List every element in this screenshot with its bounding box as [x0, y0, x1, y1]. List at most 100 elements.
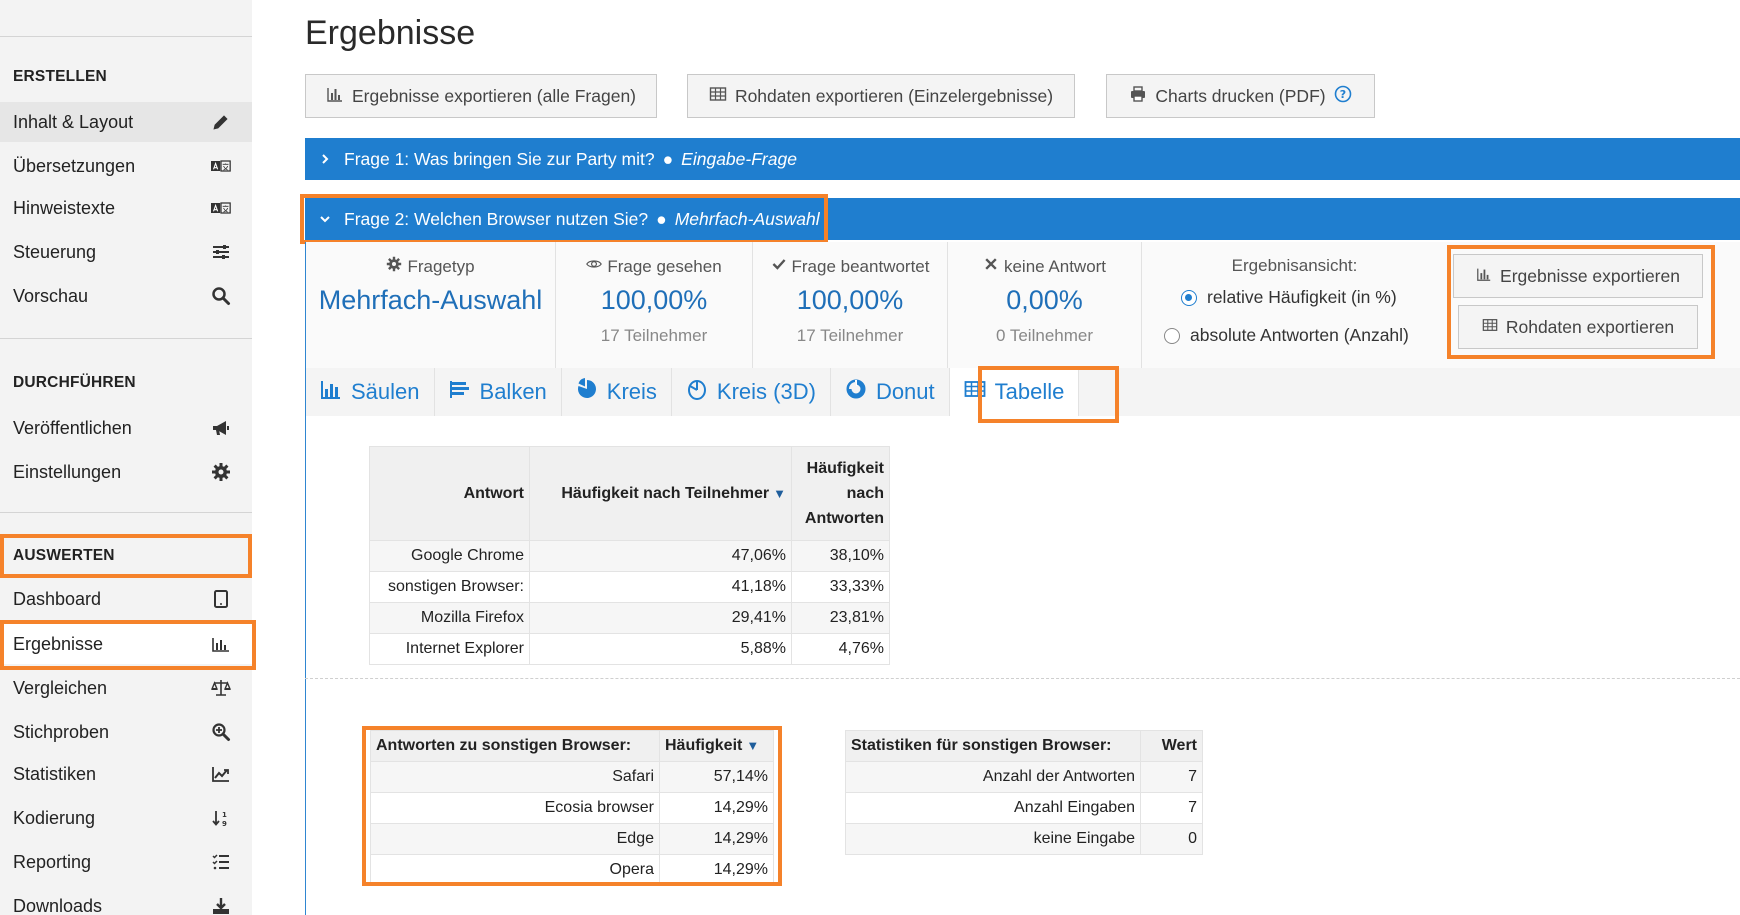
tab-balken[interactable]: Balken	[435, 368, 562, 416]
radio-absolute[interactable]: absolute Antworten (Anzahl)	[1164, 325, 1409, 346]
tab-kreis-3d[interactable]: Kreis (3D)	[672, 368, 831, 416]
table-cell: keine Eingabe	[845, 823, 1141, 855]
gear-icon	[386, 256, 402, 277]
table-cell: Opera	[370, 854, 660, 886]
column-header[interactable]: Häufigkeit nach Antworten	[791, 446, 890, 541]
sort-desc-icon: ▼	[746, 738, 760, 753]
tab-label: Säulen	[351, 379, 420, 404]
export-raw-button[interactable]: Rohdaten exportieren (Einzelergebnisse)	[687, 74, 1075, 118]
stat-count: 0 Teilnehmer	[995, 326, 1094, 345]
table-row: Safari 57,14%	[370, 761, 774, 793]
sort-desc-icon: ▼	[773, 485, 786, 501]
svg-text:9: 9	[222, 820, 227, 828]
bar-chart-icon	[210, 633, 232, 655]
radio-relative[interactable]: relative Häufigkeit (in %)	[1181, 287, 1397, 308]
stat-label-text: Fragetyp	[407, 256, 475, 276]
sidebar-item-reporting[interactable]: Reporting	[0, 842, 252, 882]
sidebar-item-veroeffentlichen[interactable]: Veröffentlichen	[0, 408, 252, 448]
page-title: Ergebnisse	[305, 14, 476, 52]
tab-label: Donut	[875, 379, 935, 404]
button-label: Rohdaten exportieren	[1505, 316, 1675, 337]
sidebar-item-vergleichen[interactable]: Vergleichen	[0, 668, 252, 708]
button-label: Charts drucken (PDF)	[1155, 85, 1326, 106]
sidebar-item-uebersetzungen[interactable]: Übersetzungen	[0, 146, 252, 186]
stat-count: 17 Teilnehmer	[796, 326, 904, 345]
table-icon	[1482, 317, 1498, 338]
button-label: Ergebnisse exportieren (alle Fragen)	[351, 85, 637, 106]
other-answers-table: Antworten zu sonstigen Browser: Häufigke…	[370, 730, 774, 886]
sidebar-item-kodierung[interactable]: Kodierung 19	[0, 798, 252, 838]
stat-label: Frage gesehen	[556, 256, 752, 277]
sidebar-item-label: Übersetzungen	[13, 155, 136, 176]
column-chart-icon	[320, 378, 342, 406]
table-row: Anzahl der Antworten 7	[845, 761, 1203, 793]
table-cell: 41,18%	[529, 571, 792, 603]
translate-icon	[210, 197, 232, 219]
stat-label-text: keine Antwort	[1003, 256, 1107, 276]
stat-label-text: Frage gesehen	[607, 256, 722, 276]
table-header-row: Statistiken für sonstigen Browser: Wert	[845, 730, 1203, 762]
tab-saeulen[interactable]: Säulen	[306, 368, 435, 416]
question-label: Frage 2: Welchen Browser nutzen Sie?	[344, 208, 649, 229]
sidebar-item-statistiken[interactable]: Statistiken	[0, 754, 252, 794]
sidebar-item-label: Stichproben	[13, 721, 110, 742]
sidebar-item-downloads[interactable]: Downloads	[0, 886, 252, 915]
table-cell: 0	[1140, 823, 1203, 855]
sidebar-item-hinweistexte[interactable]: Hinweistexte	[0, 188, 252, 228]
column-header[interactable]: Häufigkeit nach Teilnehmer ▼	[529, 446, 792, 541]
chevron-right-icon	[319, 153, 335, 165]
sidebar-item-inhalt-layout[interactable]: Inhalt & Layout	[0, 102, 252, 142]
table-cell: Mozilla Firefox	[369, 602, 530, 634]
table-row: sonstigen Browser: 41,18% 33,33%	[369, 571, 890, 603]
sidebar-item-steuerung[interactable]: Steuerung	[0, 232, 252, 272]
radio-button[interactable]	[1164, 327, 1180, 344]
button-label: Ergebnisse exportieren	[1500, 265, 1680, 286]
bar-chart-icon	[326, 85, 344, 108]
list-check-icon	[210, 851, 232, 873]
table-cell: Safari	[370, 761, 660, 793]
sidebar-item-label: Kodierung	[13, 807, 96, 828]
tab-donut[interactable]: Donut	[831, 368, 950, 416]
export-raw-data-button[interactable]: Rohdaten exportieren	[1458, 305, 1698, 349]
column-header[interactable]: Antwort	[369, 446, 530, 541]
sidebar-item-label: Reporting	[13, 851, 92, 872]
sidebar-item-label: Hinweistexte	[13, 197, 116, 218]
eye-icon	[586, 256, 603, 277]
sidebar-item-einstellungen[interactable]: Einstellungen	[0, 452, 252, 492]
sidebar-item-stichproben[interactable]: Stichproben	[0, 712, 252, 752]
radio-button[interactable]	[1181, 289, 1197, 306]
stat-fragetyp: Fragetyp Mehrfach-Auswahl	[306, 242, 556, 368]
sidebar-item-vorschau[interactable]: Vorschau	[0, 276, 252, 316]
table-row: Google Chrome 47,06% 38,10%	[369, 540, 890, 572]
column-header[interactable]: Antworten zu sonstigen Browser:	[370, 730, 660, 762]
table-icon	[709, 85, 727, 108]
export-all-button[interactable]: Ergebnisse exportieren (alle Fragen)	[305, 74, 657, 118]
tab-kreis[interactable]: Kreis	[562, 368, 672, 416]
stats-row: Fragetyp Mehrfach-Auswahl Frage gesehen …	[306, 242, 1740, 368]
table-cell: 4,76%	[791, 633, 890, 665]
table-cell: 14,29%	[659, 854, 774, 886]
stat-keine-antwort: keine Antwort 0,00% 0 Teilnehmer	[948, 242, 1142, 368]
balance-scale-icon	[210, 677, 232, 699]
sidebar-item-label: Vorschau	[13, 285, 89, 306]
table-cell: 47,06%	[529, 540, 792, 572]
table-cell: Anzahl der Antworten	[845, 761, 1141, 793]
zoom-in-icon	[210, 721, 232, 743]
table-header-row: Antwort Häufigkeit nach Teilnehmer ▼ Häuf…	[369, 446, 890, 541]
radio-label: absolute Antworten (Anzahl)	[1190, 325, 1409, 345]
column-header[interactable]: Häufigkeit ▼	[659, 730, 774, 762]
print-charts-button[interactable]: Charts drucken (PDF) ?	[1106, 74, 1375, 118]
separator-dot: ●	[662, 148, 674, 169]
chart-type-tabs: Säulen Balken Kreis Kreis (3D) Donut Tab…	[306, 368, 1740, 416]
sidebar-item-dashboard[interactable]: Dashboard	[0, 579, 252, 619]
export-results-button[interactable]: Ergebnisse exportieren	[1453, 254, 1703, 298]
sidebar-divider	[0, 512, 252, 513]
tab-tabelle[interactable]: Tabelle	[949, 368, 1080, 416]
sidebar-item-ergebnisse[interactable]: Ergebnisse	[0, 624, 252, 664]
question-bar-2[interactable]: Frage 2: Welchen Browser nutzen Sie? ● M…	[305, 198, 1740, 240]
stat-label: Frage beantwortet	[753, 256, 947, 277]
question-bar-1[interactable]: Frage 1: Was bringen Sie zur Party mit? …	[305, 138, 1740, 180]
sidebar-item-label: Veröffentlichen	[13, 417, 132, 438]
sliders-icon	[210, 241, 232, 263]
help-icon[interactable]: ?	[1334, 85, 1352, 108]
